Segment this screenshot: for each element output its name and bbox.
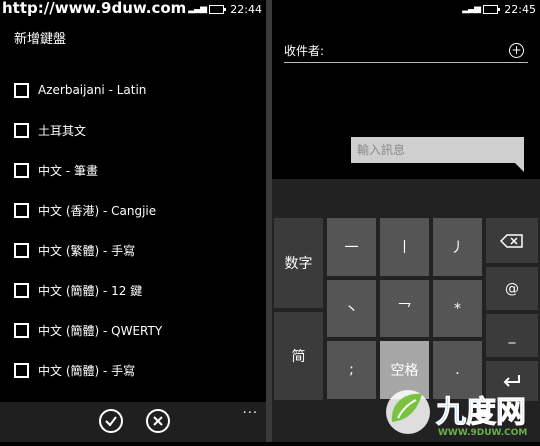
- app-bar: ...: [0, 402, 266, 442]
- svg-text:九度网: 九度网: [436, 395, 526, 430]
- list-item[interactable]: 土耳其文: [14, 119, 86, 141]
- more-menu-button[interactable]: ...: [243, 402, 258, 417]
- list-item[interactable]: 中文 (香港) - Cangjie: [14, 199, 156, 221]
- dot-stroke-key[interactable]: 丶: [327, 280, 376, 337]
- signal-icon: ▂▃▅: [462, 4, 481, 14]
- list-item[interactable]: Azerbaijani - Latin: [14, 79, 146, 101]
- close-icon: [153, 416, 163, 426]
- list-item[interactable]: 中文 (繁體) - 手寫: [14, 239, 135, 261]
- keyboard-label: 中文 (簡體) - QWERTY: [38, 323, 163, 338]
- keyboard-label: 中文 (簡體) - 12 鍵: [38, 283, 143, 298]
- list-item[interactable]: 中文 (簡體) - 12 鍵: [14, 279, 142, 301]
- backspace-key[interactable]: [486, 218, 538, 263]
- checkbox[interactable]: [14, 202, 29, 218]
- add-keyboard-screen: http://www.9duw.com ▂▃▅ 22:44 新增鍵盤 Azerb…: [0, 0, 266, 442]
- message-input[interactable]: 輸入訊息: [351, 137, 524, 172]
- plus-icon: +: [511, 43, 522, 57]
- message-placeholder: 輸入訊息: [357, 143, 406, 157]
- done-button[interactable]: [99, 409, 123, 433]
- status-time: 22:45: [504, 3, 536, 16]
- logo-url: WWW.9DUW.COM: [438, 428, 528, 438]
- status-bar: http://www.9duw.com ▂▃▅ 22:44: [0, 0, 266, 22]
- at-key[interactable]: @: [486, 267, 538, 310]
- keyboard-label: 中文 (香港) - Cangjie: [38, 203, 157, 218]
- signal-icon: ▂▃▅: [188, 4, 207, 14]
- page-title: 新增鍵盤: [14, 32, 67, 47]
- keyboard-label: 中文 (繁體) - 手寫: [38, 243, 136, 258]
- checkbox[interactable]: [14, 162, 29, 178]
- numbers-key[interactable]: 数字: [274, 218, 323, 308]
- turning-stroke-key[interactable]: 乛: [380, 280, 429, 337]
- checkbox[interactable]: [14, 82, 29, 98]
- checkbox[interactable]: [14, 122, 29, 138]
- checkbox[interactable]: [14, 362, 29, 378]
- vertical-stroke-key[interactable]: 丨: [380, 218, 429, 276]
- keyboard-label: 土耳其文: [38, 123, 87, 138]
- battery-icon: [483, 5, 500, 14]
- keyboard-label: 中文 - 筆畫: [38, 163, 98, 178]
- cancel-button[interactable]: [146, 409, 170, 433]
- left-falling-stroke-key[interactable]: 丿: [433, 218, 482, 276]
- battery-icon: [209, 5, 226, 14]
- add-recipient-button[interactable]: +: [509, 43, 524, 58]
- recipient-label[interactable]: 收件者:: [284, 42, 324, 59]
- keyboard-label: 中文 (簡體) - 手寫: [38, 363, 136, 378]
- underscore-key[interactable]: _: [486, 314, 538, 357]
- watermark-url: http://www.9duw.com: [2, 0, 187, 17]
- checkbox[interactable]: [14, 282, 29, 298]
- check-icon: [105, 416, 117, 427]
- recipient-underline: [284, 62, 528, 63]
- list-item[interactable]: 中文 (簡體) - 手寫: [14, 359, 135, 381]
- site-logo: 九度网 WWW.9DUW.COM: [378, 378, 540, 442]
- checkbox[interactable]: [14, 242, 29, 258]
- message-screen: ▂▃▅ 22:45 收件者: + 輸入訊息 数字 简 一 丶 ; 丨 乛 空格 …: [272, 0, 540, 442]
- status-bar: ▂▃▅ 22:45: [272, 0, 540, 22]
- horizontal-stroke-key[interactable]: 一: [327, 218, 376, 276]
- list-item[interactable]: 中文 (簡體) - QWERTY: [14, 319, 162, 341]
- checkbox[interactable]: [14, 322, 29, 338]
- keyboard-label: Azerbaijani - Latin: [38, 83, 147, 97]
- backspace-icon: [500, 233, 523, 248]
- semicolon-key[interactable]: ;: [327, 341, 376, 399]
- simplified-key[interactable]: 简: [274, 312, 323, 400]
- list-item[interactable]: 中文 - 筆畫: [14, 159, 98, 181]
- asterisk-key[interactable]: *: [433, 280, 482, 337]
- status-time: 22:44: [230, 3, 262, 16]
